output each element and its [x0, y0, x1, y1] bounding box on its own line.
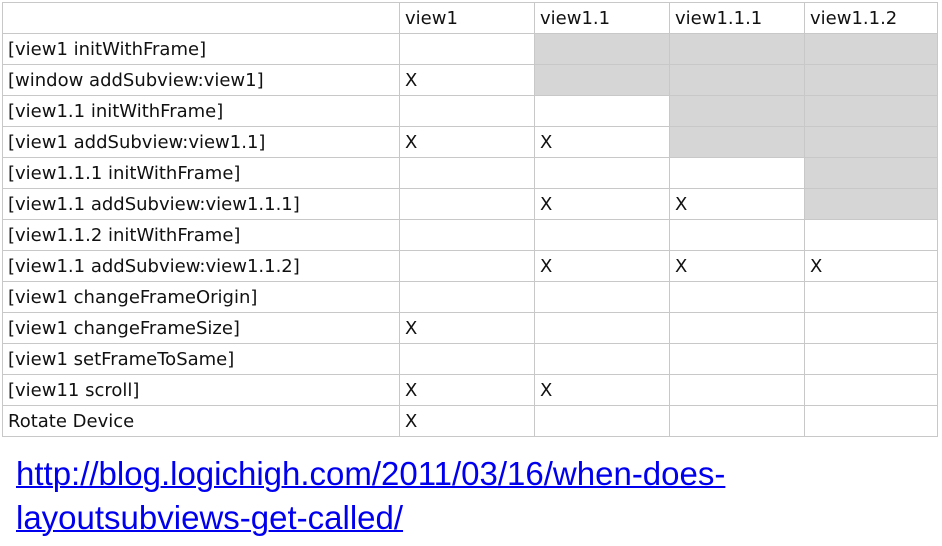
header-cell-view1-1-1: view1.1.1	[669, 2, 805, 34]
table-row: [view1 initWithFrame]	[2, 33, 938, 65]
table-cell	[669, 281, 805, 313]
table-cell	[669, 64, 805, 96]
table-cell	[804, 126, 938, 158]
table-cell	[534, 64, 670, 96]
table-row: [view1 changeFrameSize] X	[2, 312, 938, 344]
row-label: [view1 setFrameToSame]	[2, 343, 400, 375]
table-cell	[669, 374, 805, 406]
row-label: [view1 addSubview:view1.1]	[2, 126, 400, 158]
table-cell	[534, 95, 670, 127]
table-cell	[534, 157, 670, 189]
row-label: [window addSubview:view1]	[2, 64, 400, 96]
table-cell: X	[669, 188, 805, 220]
table-row: [view1 changeFrameOrigin]	[2, 281, 938, 313]
table-cell	[399, 219, 535, 251]
table-body: view1 view1.1 view1.1.1 view1.1.2 [view1…	[2, 2, 938, 437]
table-row: [view1.1.2 initWithFrame]	[2, 219, 938, 251]
row-label: [view1 initWithFrame]	[2, 33, 400, 65]
table-cell	[534, 281, 670, 313]
table-cell	[669, 343, 805, 375]
table-row: [view1.1 addSubview:view1.1.1] X X	[2, 188, 938, 220]
table-row: [view11 scroll] X X	[2, 374, 938, 406]
table-cell: X	[399, 64, 535, 96]
table-cell	[804, 312, 938, 344]
table-cell	[399, 33, 535, 65]
table-cell	[804, 219, 938, 251]
row-label: [view1 changeFrameSize]	[2, 312, 400, 344]
table-cell	[669, 33, 805, 65]
row-label: [view1.1 addSubview:view1.1.2]	[2, 250, 400, 282]
header-cell-view1-1-2: view1.1.2	[804, 2, 938, 34]
table-cell	[534, 33, 670, 65]
table-cell: X	[399, 405, 535, 437]
row-label: [view11 scroll]	[2, 374, 400, 406]
table-cell	[804, 281, 938, 313]
table-cell	[669, 405, 805, 437]
table-cell	[804, 188, 938, 220]
table-cell	[669, 219, 805, 251]
table-cell	[399, 95, 535, 127]
table-cell: X	[399, 126, 535, 158]
layoutsubviews-table: view1 view1.1 view1.1.1 view1.1.2 [view1…	[2, 2, 938, 437]
table-cell	[534, 219, 670, 251]
table-cell: X	[534, 126, 670, 158]
table-cell	[399, 157, 535, 189]
table-row: [view1.1 initWithFrame]	[2, 95, 938, 127]
table-cell	[804, 33, 938, 65]
table-cell	[804, 64, 938, 96]
table-cell	[804, 374, 938, 406]
table-cell: X	[534, 374, 670, 406]
table-cell: X	[669, 250, 805, 282]
table-cell	[534, 405, 670, 437]
table-cell	[669, 95, 805, 127]
row-label: [view1.1.2 initWithFrame]	[2, 219, 400, 251]
table-cell: X	[399, 374, 535, 406]
table-cell	[399, 188, 535, 220]
header-cell-corner	[2, 2, 400, 34]
header-row: view1 view1.1 view1.1.1 view1.1.2	[2, 2, 938, 34]
header-cell-view1: view1	[399, 2, 535, 34]
table-cell	[399, 250, 535, 282]
table-cell	[669, 312, 805, 344]
table-cell	[399, 281, 535, 313]
row-label: [view1.1.1 initWithFrame]	[2, 157, 400, 189]
table-cell	[534, 312, 670, 344]
table-row: Rotate Device X	[2, 405, 938, 437]
table-row: [view1 setFrameToSame]	[2, 343, 938, 375]
table-row: [window addSubview:view1] X	[2, 64, 938, 96]
table-row: [view1.1.1 initWithFrame]	[2, 157, 938, 189]
row-label: [view1 changeFrameOrigin]	[2, 281, 400, 313]
row-label: [view1.1 addSubview:view1.1.1]	[2, 188, 400, 220]
table-row: [view1.1 addSubview:view1.1.2] X X X	[2, 250, 938, 282]
table-cell	[534, 343, 670, 375]
table-cell: X	[534, 250, 670, 282]
source-link[interactable]: http://blog.logichigh.com/2011/03/16/whe…	[16, 452, 916, 540]
table-cell	[804, 157, 938, 189]
row-label: [view1.1 initWithFrame]	[2, 95, 400, 127]
table-cell: X	[399, 312, 535, 344]
row-label: Rotate Device	[2, 405, 400, 437]
table-cell	[399, 343, 535, 375]
header-cell-view1-1: view1.1	[534, 2, 670, 34]
table-cell	[804, 405, 938, 437]
table-cell	[804, 343, 938, 375]
table-cell	[669, 126, 805, 158]
table-cell	[804, 95, 938, 127]
table-row: [view1 addSubview:view1.1] X X	[2, 126, 938, 158]
table-cell: X	[804, 250, 938, 282]
table-cell: X	[534, 188, 670, 220]
table-cell	[669, 157, 805, 189]
